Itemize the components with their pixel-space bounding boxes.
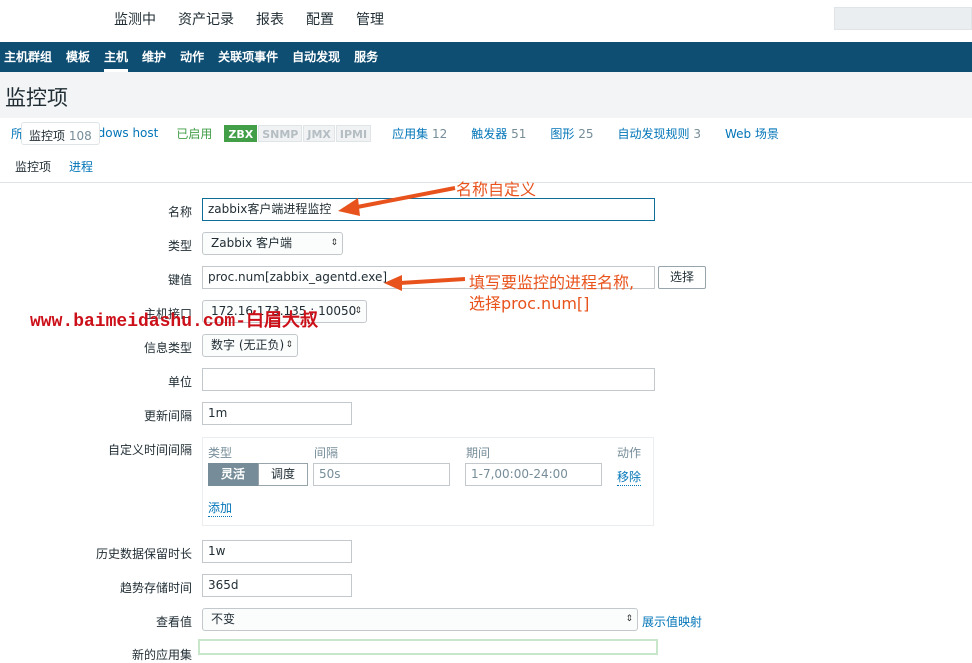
arrow-icon — [384, 275, 466, 291]
host-tab-graphs[interactable]: 图形 25 — [546, 122, 597, 145]
host-tab-triggers-count: 51 — [511, 126, 527, 141]
type-label: 类型 — [167, 239, 192, 253]
host-tab-triggers-label: 触发器 — [471, 126, 508, 141]
top-menu-inventory[interactable]: 资产记录 — [175, 10, 237, 32]
host-tab-graphs-count: 25 — [578, 126, 594, 141]
host-tab-applications[interactable]: 应用集 12 — [388, 122, 451, 145]
arrow-icon — [338, 186, 456, 216]
col-interval-header: 间隔 — [314, 446, 339, 460]
status-enabled[interactable]: 已启用 — [176, 125, 212, 142]
subnav-correlation[interactable]: 关联项事件 — [218, 42, 278, 72]
top-menu-monitoring[interactable]: 监测中 — [111, 10, 159, 32]
scheduling-option[interactable]: 调度 — [258, 463, 309, 486]
watermark: www.baimeidashu.com-白眉大叔 — [30, 312, 319, 332]
page-title: 监控项 — [5, 86, 68, 110]
form-tabs: 监控项 进程 — [6, 152, 102, 185]
subnav-host-groups[interactable]: 主机群组 — [4, 42, 52, 72]
select-key-button[interactable]: 选择 — [658, 266, 706, 289]
select-arrows-icon: ⇕ — [285, 340, 293, 350]
custom-interval-input[interactable]: 50s — [313, 463, 450, 486]
col-action-header: 动作 — [617, 446, 642, 460]
custom-period-input[interactable]: 1-7,00:00-24:00 — [465, 463, 602, 486]
add-link[interactable]: 添加 — [208, 499, 233, 517]
flexible-option[interactable]: 灵活 — [208, 463, 259, 486]
host-tab-applications-label: 应用集 — [392, 126, 429, 141]
key-label: 键值 — [167, 273, 192, 287]
host-tab-items[interactable]: 监控项 108 — [21, 121, 100, 145]
top-menu: 监测中 资产记录 报表 配置 管理 — [111, 10, 403, 32]
badge-ipmi: IPMI — [335, 124, 372, 142]
host-tab-graphs-label: 图形 — [550, 126, 575, 141]
host-tab-items-label: 监控项 — [29, 128, 66, 143]
page-header — [0, 72, 972, 118]
annotation-key-line2: 选择proc.num[] — [469, 294, 590, 313]
sub-nav: 主机群组 模板 主机 维护 动作 关联项事件 自动发现 服务 — [0, 42, 972, 72]
trends-input[interactable]: 365d — [202, 574, 352, 597]
value-mapping-link[interactable]: 展示值映射 — [642, 613, 702, 630]
search-input[interactable] — [834, 7, 972, 30]
info-type-label: 信息类型 — [143, 341, 192, 355]
host-tab-discovery-label: 自动发现规则 — [617, 126, 690, 141]
units-label: 单位 — [167, 375, 192, 389]
type-select-value: Zabbix 客户端 — [211, 236, 293, 250]
top-menu-configuration[interactable]: 配置 — [303, 10, 337, 32]
info-type-select-value: 数字 (无正负) — [211, 338, 285, 352]
history-input[interactable]: 1w — [202, 540, 352, 563]
tab-item[interactable]: 监控项 — [6, 152, 61, 185]
subnav-discovery[interactable]: 自动发现 — [292, 42, 340, 72]
show-value-select-value: 不变 — [211, 612, 236, 626]
host-tab-items-count: 108 — [68, 128, 92, 143]
custom-intervals-panel: 类型 间隔 期间 动作 灵活 调度 50s 1-7,00:00-24:00 移除… — [202, 437, 654, 526]
subnav-services[interactable]: 服务 — [354, 42, 378, 72]
units-input[interactable] — [202, 368, 655, 391]
info-type-select[interactable]: 数字 (无正负) ⇕ — [202, 334, 298, 357]
custom-intervals-label: 自定义时间间隔 — [107, 443, 192, 457]
show-value-label: 查看值 — [155, 615, 192, 629]
top-menu-administration[interactable]: 管理 — [353, 10, 387, 32]
select-arrows-icon: ⇕ — [625, 614, 633, 624]
badge-snmp: SNMP — [258, 124, 303, 142]
update-interval-input[interactable]: 1m — [202, 402, 352, 425]
breadcrumb: 所有主机 / Windows host 已启用 ZBX SNMP JMX IPM… — [0, 118, 972, 148]
remove-link[interactable]: 移除 — [617, 468, 642, 486]
host-tab-discovery-count: 3 — [693, 126, 701, 141]
badge-jmx: JMX — [303, 124, 335, 142]
new-application-label: 新的应用集 — [131, 648, 192, 662]
show-value-select[interactable]: 不变 ⇕ — [202, 608, 638, 631]
top-menu-reports[interactable]: 报表 — [253, 10, 287, 32]
col-period-header: 期间 — [466, 446, 491, 460]
top-bar: 监测中 资产记录 报表 配置 管理 — [0, 0, 972, 42]
subnav-templates[interactable]: 模板 — [66, 42, 90, 72]
host-tab-web[interactable]: Web 场景 — [721, 122, 783, 145]
col-type-header: 类型 — [208, 446, 233, 460]
subnav-maintenance[interactable]: 维护 — [142, 42, 166, 72]
badge-zbx: ZBX — [224, 124, 258, 142]
host-tab-discovery[interactable]: 自动发现规则 3 — [613, 122, 704, 145]
tab-preprocessing[interactable]: 进程 — [60, 152, 102, 185]
host-tab-applications-count: 12 — [431, 126, 448, 141]
update-interval-label: 更新间隔 — [143, 409, 192, 423]
history-label: 历史数据保留时长 — [95, 547, 192, 561]
subnav-hosts[interactable]: 主机 — [104, 42, 129, 72]
name-label: 名称 — [167, 205, 192, 219]
type-select[interactable]: Zabbix 客户端 ⇕ — [202, 232, 343, 255]
subnav-actions[interactable]: 动作 — [180, 42, 204, 72]
trends-label: 趋势存储时间 — [119, 581, 192, 595]
interval-type-toggle: 灵活 调度 — [208, 463, 309, 486]
host-tab-triggers[interactable]: 触发器 51 — [467, 122, 530, 145]
select-arrows-icon: ⇕ — [330, 238, 338, 248]
annotation-name: 名称自定义 — [456, 180, 537, 199]
select-arrows-icon: ⇕ — [354, 306, 362, 316]
